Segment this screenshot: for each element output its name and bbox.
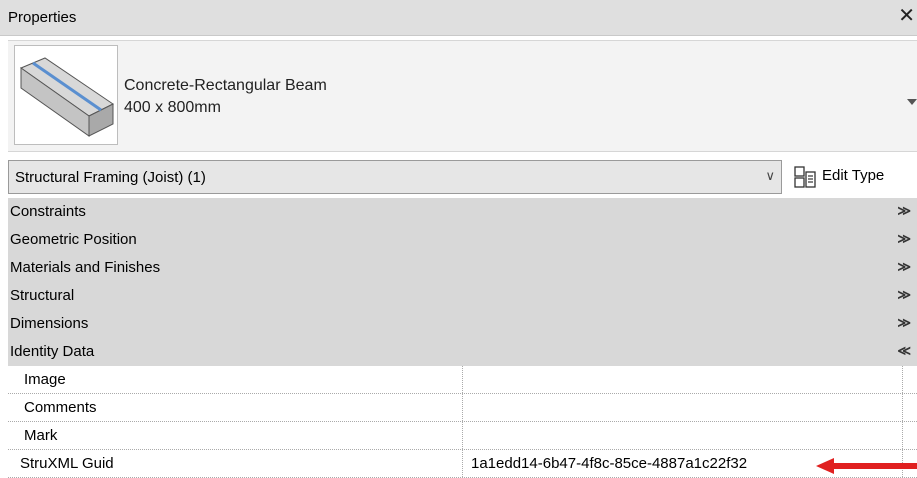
param-value-image[interactable] bbox=[463, 366, 903, 393]
panel-title: Properties bbox=[8, 9, 77, 26]
group-materials-and-finishes[interactable]: Materials and Finishes ≫ bbox=[8, 254, 917, 282]
group-label: Structural bbox=[10, 287, 75, 304]
param-name: StruXML Guid bbox=[8, 450, 463, 477]
param-row-comments: Comments bbox=[8, 394, 917, 422]
instance-filter-dropdown[interactable]: Structural Framing (Joist) (1) ∨ bbox=[8, 160, 782, 194]
chevron-down-icon[interactable]: ∨ bbox=[765, 168, 775, 184]
group-structural[interactable]: Structural ≫ bbox=[8, 282, 917, 310]
group-label: Dimensions bbox=[10, 315, 89, 332]
param-row-struxml-guid: StruXML Guid 1a1edd14-6b47-4f8c-85ce-488… bbox=[8, 450, 917, 478]
type-dropdown-icon[interactable] bbox=[907, 99, 917, 105]
type-selector[interactable]: Concrete-Rectangular Beam 400 x 800mm bbox=[8, 40, 917, 152]
annotation-arrow-icon bbox=[816, 458, 917, 474]
edit-type-icon bbox=[794, 166, 816, 188]
param-value-comments[interactable] bbox=[463, 394, 903, 421]
expand-icon[interactable]: ≫ bbox=[897, 315, 911, 331]
expand-icon[interactable]: ≫ bbox=[897, 259, 911, 275]
param-value-mark[interactable] bbox=[463, 422, 903, 449]
group-geometric-position[interactable]: Geometric Position ≫ bbox=[8, 226, 917, 254]
param-name: Mark bbox=[8, 422, 463, 449]
group-label: Geometric Position bbox=[10, 231, 137, 248]
edit-type-button[interactable]: Edit Type bbox=[792, 160, 917, 194]
group-label: Constraints bbox=[10, 203, 86, 220]
instance-selector-row: Structural Framing (Joist) (1) ∨ Edit Ty… bbox=[8, 158, 917, 196]
type-size: 400 x 800mm bbox=[124, 99, 221, 116]
type-family: Concrete-Rectangular Beam bbox=[124, 77, 327, 94]
group-label: Identity Data bbox=[10, 343, 95, 360]
expand-icon[interactable]: ≫ bbox=[897, 231, 911, 247]
properties-titlebar: Properties ✕ bbox=[0, 0, 917, 36]
edit-type-label: Edit Type bbox=[822, 167, 885, 184]
group-identity-data[interactable]: Identity Data ≪ bbox=[8, 338, 917, 366]
instance-filter-label: Structural Framing (Joist) (1) bbox=[15, 169, 206, 186]
group-label: Materials and Finishes bbox=[10, 259, 161, 276]
properties-grid: Constraints ≫ Geometric Position ≫ Mater… bbox=[8, 198, 917, 478]
param-row-image: Image bbox=[8, 366, 917, 394]
group-constraints[interactable]: Constraints ≫ bbox=[8, 198, 917, 226]
close-icon[interactable]: ✕ bbox=[898, 6, 915, 26]
param-name: Comments bbox=[8, 394, 463, 421]
param-row-mark: Mark bbox=[8, 422, 917, 450]
param-name: Image bbox=[8, 366, 463, 393]
expand-icon[interactable]: ≫ bbox=[897, 203, 911, 219]
expand-icon[interactable]: ≫ bbox=[897, 287, 911, 303]
collapse-icon[interactable]: ≪ bbox=[897, 343, 911, 359]
group-dimensions[interactable]: Dimensions ≫ bbox=[8, 310, 917, 338]
type-name: Concrete-Rectangular Beam 400 x 800mm bbox=[124, 75, 327, 119]
beam-preview-icon bbox=[14, 45, 118, 145]
